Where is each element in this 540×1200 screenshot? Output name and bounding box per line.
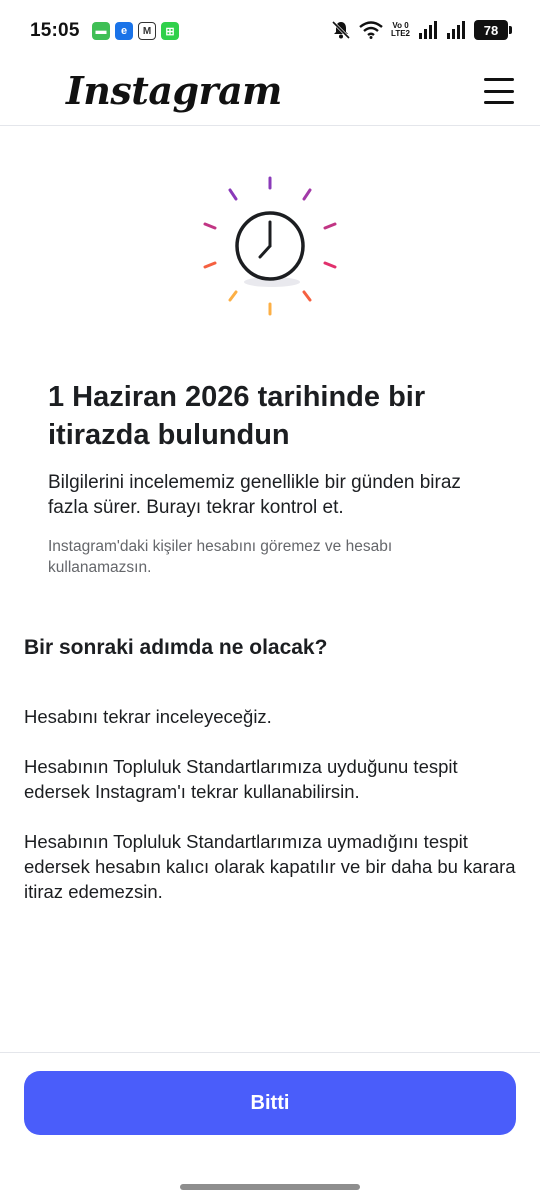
system-icons: Vo 0 LTE2 78 [331,20,512,40]
menu-line [484,101,514,104]
next-step-item: Hesabının Topluluk Standartlarımıza uyma… [24,831,516,902]
status-time: 15:05 [30,20,80,41]
calculator-notification-icon: ⊞ [161,22,179,40]
signal-2-icon [447,21,465,39]
notification-icons: ▬ e M ⊞ [92,22,179,40]
volte-indicator: Vo 0 LTE2 [391,22,410,38]
review-description: Bilgilerini incelememiz genellikle bir g… [48,472,461,518]
next-steps-list: Hesabını tekrar inceleyeceğiz. Hesabının… [24,704,524,929]
ray [203,222,217,230]
menu-line [484,89,514,93]
next-step-item: Hesabının Topluluk Standartlarımıza uydu… [24,756,458,802]
status-bar: 15:05 ▬ e M ⊞ Vo 0 LTE2 78 [0,0,540,62]
browser-notification-icon: e [115,22,133,40]
ray [323,222,337,230]
footer: Bitti [0,1052,540,1200]
ray [228,188,238,201]
ray [302,290,312,302]
next-steps-heading: Bir sonraki adımda ne olacak? [24,636,328,659]
ray [302,188,312,201]
next-step-item: Hesabını tekrar inceleyeceğiz. [24,706,272,727]
clock-illustration [203,176,337,316]
volte-bottom-text: LTE2 [391,29,410,38]
menu-line [484,78,514,81]
muted-bell-icon [331,20,351,40]
app-header: Instagram [0,62,540,126]
battery-indicator: 78 [474,20,512,40]
signal-1-icon [419,21,437,39]
ray [323,261,337,269]
page-title: 1 Haziran 2026 tarihinde bir itirazda bu… [48,381,426,451]
hamburger-menu-icon[interactable] [484,78,514,104]
wifi-icon [359,21,383,39]
ray [228,290,238,302]
done-button[interactable]: Bitti [24,1071,516,1135]
instagram-logo[interactable]: Instagram [66,68,282,113]
messages-notification-icon: ▬ [92,22,110,40]
gmail-notification-icon: M [138,22,156,40]
ray [203,261,217,269]
account-hidden-note: Instagram'daki kişiler hesabını göremez … [48,538,393,576]
home-indicator[interactable] [180,1184,360,1190]
